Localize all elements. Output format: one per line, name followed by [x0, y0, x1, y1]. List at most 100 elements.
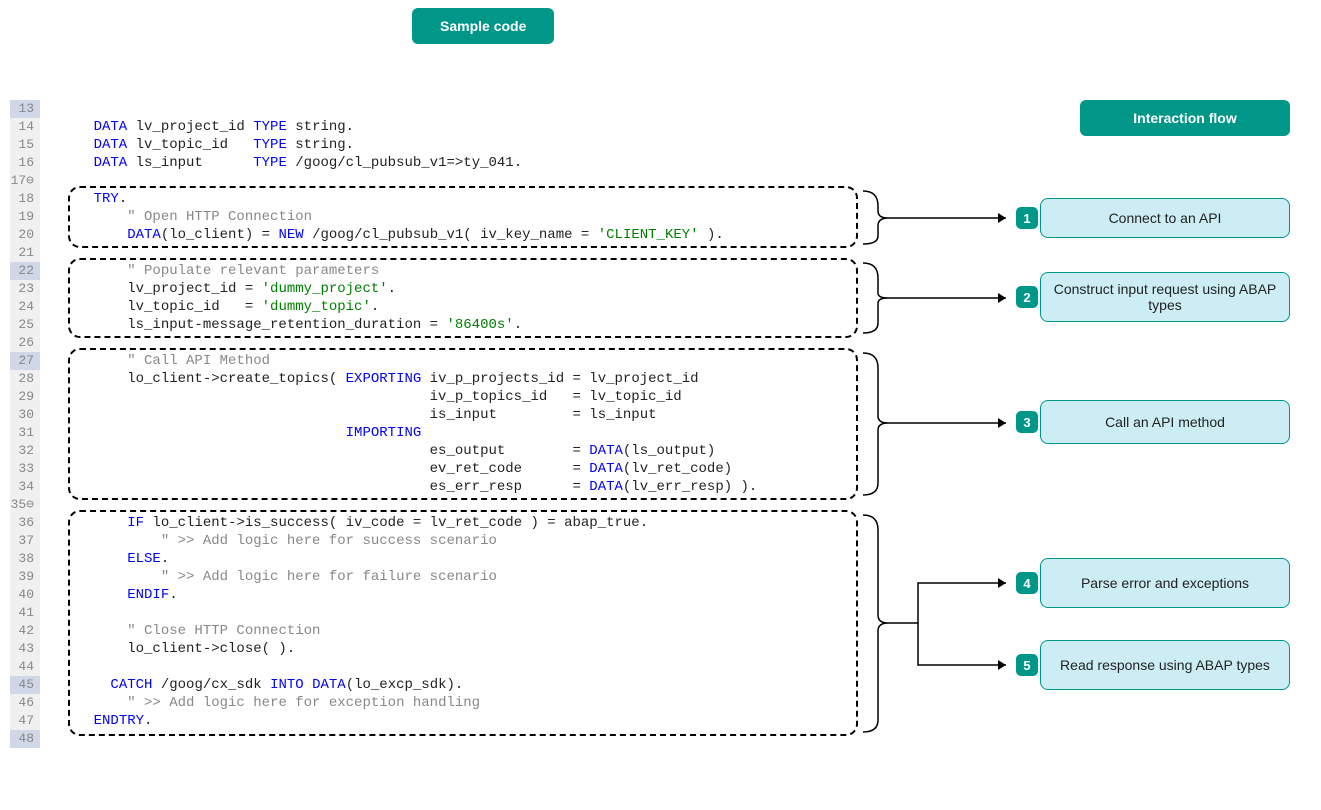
line-number: 37 [10, 532, 40, 550]
code-line: 33 ev_ret_code = DATA(lv_ret_code) [10, 460, 757, 478]
code-line: 24 lv_topic_id = 'dummy_topic'. [10, 298, 757, 316]
code-content: " >> Add logic here for exception handli… [60, 694, 480, 712]
line-number: 28 [10, 370, 40, 388]
code-line: 15 DATA lv_topic_id TYPE string. [10, 136, 757, 154]
line-number: 36 [10, 514, 40, 532]
code-line: 17⊖ [10, 172, 757, 190]
code-content: lv_topic_id = 'dummy_topic'. [60, 298, 379, 316]
flow-step-5: Read response using ABAP types [1040, 640, 1290, 690]
code-line: 32 es_output = DATA(ls_output) [10, 442, 757, 460]
code-content: lo_client->close( ). [60, 640, 295, 658]
connector-2 [858, 258, 1018, 348]
line-number: 40 [10, 586, 40, 604]
flow-step-4: Parse error and exceptions [1040, 558, 1290, 608]
code-content: is_input = ls_input [60, 406, 657, 424]
line-number: 25 [10, 316, 40, 334]
line-number: 27 [10, 352, 40, 370]
interaction-flow-badge: Interaction flow [1080, 100, 1290, 136]
code-line: 41 [10, 604, 757, 622]
line-number: 24 [10, 298, 40, 316]
code-line: 19 " Open HTTP Connection [10, 208, 757, 226]
code-line: 36 IF lo_client->is_success( iv_code = l… [10, 514, 757, 532]
code-line: 13 [10, 100, 757, 118]
code-line: 27 " Call API Method [10, 352, 757, 370]
code-content: ELSE. [60, 550, 169, 568]
code-content: " Call API Method [60, 352, 270, 370]
code-content: DATA lv_topic_id TYPE string. [60, 136, 354, 154]
code-content: ls_input-message_retention_duration = '8… [60, 316, 522, 334]
code-line: 46 " >> Add logic here for exception han… [10, 694, 757, 712]
code-content: " Populate relevant parameters [60, 262, 379, 280]
flow-step-label: Connect to an API [1109, 210, 1222, 226]
step-badge-3: 3 [1016, 411, 1038, 433]
line-number: 44 [10, 658, 40, 676]
line-number: 47 [10, 712, 40, 730]
code-content: es_output = DATA(ls_output) [60, 442, 715, 460]
line-number: 16 [10, 154, 40, 172]
line-number: 13 [10, 100, 40, 118]
code-content: ENDIF. [60, 586, 178, 604]
code-content: ev_ret_code = DATA(lv_ret_code) [60, 460, 732, 478]
code-line: 29 iv_p_topics_id = lv_topic_id [10, 388, 757, 406]
step-badge-5: 5 [1016, 654, 1038, 676]
code-line: 16 DATA ls_input TYPE /goog/cl_pubsub_v1… [10, 154, 757, 172]
line-number: 15 [10, 136, 40, 154]
code-content: DATA(lo_client) = NEW /goog/cl_pubsub_v1… [60, 226, 724, 244]
code-line: 21 [10, 244, 757, 262]
code-line: 28 lo_client->create_topics( EXPORTING i… [10, 370, 757, 388]
line-number: 35⊖ [10, 496, 40, 514]
flow-step-label: Parse error and exceptions [1081, 575, 1249, 591]
code-content: DATA lv_project_id TYPE string. [60, 118, 354, 136]
line-number: 21 [10, 244, 40, 262]
code-content: IF lo_client->is_success( iv_code = lv_r… [60, 514, 648, 532]
code-line: 39 " >> Add logic here for failure scena… [10, 568, 757, 586]
sample-code-badge: Sample code [412, 8, 554, 44]
connector-1 [858, 186, 1018, 256]
code-block: 1314 DATA lv_project_id TYPE string.15 D… [10, 100, 757, 748]
code-line: 26 [10, 334, 757, 352]
code-content: lv_project_id = 'dummy_project'. [60, 280, 396, 298]
code-line: 42 " Close HTTP Connection [10, 622, 757, 640]
connector-3 [858, 348, 1018, 508]
code-line: 30 is_input = ls_input [10, 406, 757, 424]
flow-step-label: Call an API method [1105, 414, 1225, 430]
code-line: 37 " >> Add logic here for success scena… [10, 532, 757, 550]
code-content: " >> Add logic here for failure scenario [60, 568, 497, 586]
code-content: lo_client->create_topics( EXPORTING iv_p… [60, 370, 699, 388]
line-number: 42 [10, 622, 40, 640]
line-number: 33 [10, 460, 40, 478]
code-line: 34 es_err_resp = DATA(lv_err_resp) ). [10, 478, 757, 496]
code-line: 40 ENDIF. [10, 586, 757, 604]
flow-step-label: Construct input request using ABAP types [1051, 281, 1279, 313]
step-badge-4: 4 [1016, 572, 1038, 594]
code-line: 25 ls_input-message_retention_duration =… [10, 316, 757, 334]
line-number: 22 [10, 262, 40, 280]
code-content: ENDTRY. [60, 712, 152, 730]
code-line: 45 CATCH /goog/cx_sdk INTO DATA(lo_excp_… [10, 676, 757, 694]
line-number: 41 [10, 604, 40, 622]
line-number: 32 [10, 442, 40, 460]
code-line: 22 " Populate relevant parameters [10, 262, 757, 280]
line-number: 45 [10, 676, 40, 694]
code-line: 35⊖ [10, 496, 757, 514]
code-content: es_err_resp = DATA(lv_err_resp) ). [60, 478, 757, 496]
line-number: 23 [10, 280, 40, 298]
step-badge-1: 1 [1016, 207, 1038, 229]
line-number: 30 [10, 406, 40, 424]
code-content: " >> Add logic here for success scenario [60, 532, 497, 550]
connector-4-5 [858, 510, 1018, 750]
flow-step-label: Read response using ABAP types [1060, 657, 1270, 673]
code-line: 23 lv_project_id = 'dummy_project'. [10, 280, 757, 298]
code-line: 14 DATA lv_project_id TYPE string. [10, 118, 757, 136]
flow-step-3: Call an API method [1040, 400, 1290, 444]
code-content: TRY. [60, 190, 127, 208]
code-content: IMPORTING [60, 424, 421, 442]
code-line: 38 ELSE. [10, 550, 757, 568]
code-line: 47 ENDTRY. [10, 712, 757, 730]
line-number: 17⊖ [10, 172, 40, 190]
code-line: 48 [10, 730, 757, 748]
line-number: 39 [10, 568, 40, 586]
code-line: 44 [10, 658, 757, 676]
code-line: 43 lo_client->close( ). [10, 640, 757, 658]
line-number: 34 [10, 478, 40, 496]
